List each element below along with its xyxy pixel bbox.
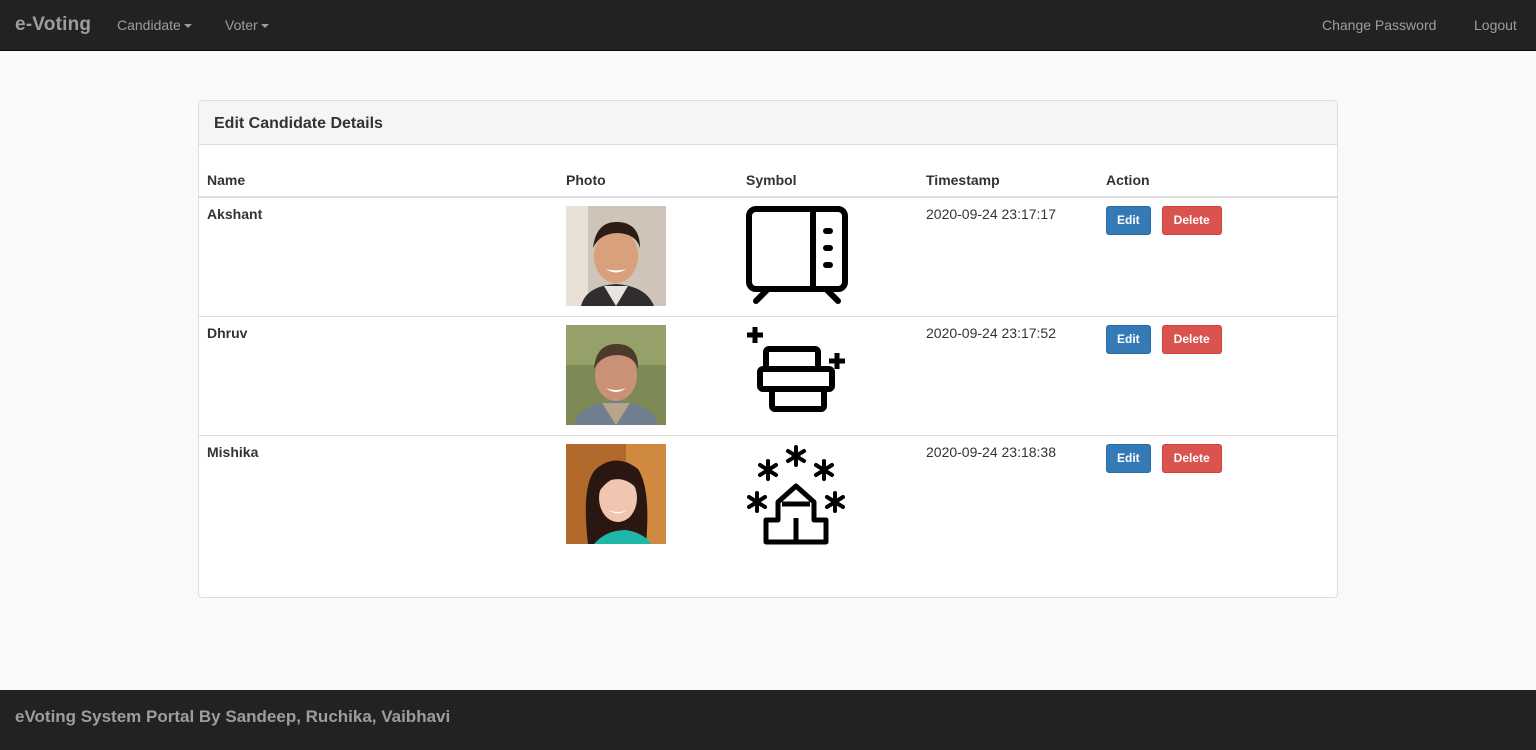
panel-title: Edit Candidate Details [199,101,1337,145]
chevron-down-icon [183,24,192,29]
edit-button[interactable]: Edit [1106,325,1151,354]
photo-cell [558,197,738,317]
table-header-row: Name Photo Symbol Timestamp Action [199,165,1337,198]
chevron-down-icon [260,24,269,29]
delete-button[interactable]: Delete [1161,206,1222,235]
brand-logo[interactable]: e-Voting [15,14,91,36]
candidate-menu[interactable]: Candidate [117,17,192,33]
candidate-timestamp: 2020-09-24 23:18:38 [918,435,1098,554]
header-symbol: Symbol [738,165,918,198]
candidate-photo [566,206,666,306]
candidate-name: Akshant [207,206,263,222]
change-password-link[interactable]: Change Password [1322,17,1436,33]
delete-button[interactable]: Delete [1161,444,1222,473]
photo-cell [558,435,738,554]
page-footer: eVoting System Portal By Sandeep, Ruchik… [0,690,1536,750]
header-action: Action [1098,165,1337,198]
tv-icon [746,206,848,304]
candidate-name: Mishika [199,435,558,554]
action-cell: Edit Delete [1098,316,1337,436]
candidate-table: Name Photo Symbol Timestamp Action Aksha… [199,165,1337,554]
candidate-photo [566,444,666,544]
candidate-panel: Edit Candidate Details Name Photo Symbol… [198,100,1338,598]
symbol-cell [738,197,918,317]
table-row: Dhruv 2020-09-24 23:17:52 Edit Delete [199,316,1337,436]
delete-button[interactable]: Delete [1161,325,1222,354]
edit-button[interactable]: Edit [1106,444,1151,473]
house-stars-icon [747,445,845,545]
symbol-cell [738,435,918,554]
symbol-cell [738,316,918,436]
logout-link[interactable]: Logout [1474,17,1517,33]
table-row: Mishika 2020-09-24 23:18:38 Edit Delete [199,435,1337,554]
action-cell: Edit Delete [1098,435,1337,554]
edit-button[interactable]: Edit [1106,206,1151,235]
photo-cell [558,316,738,436]
header-timestamp: Timestamp [918,165,1098,198]
table-row: Akshant 2020-09-24 23:17:17 Edit Delete [199,197,1337,317]
candidate-name: Dhruv [199,316,558,436]
footer-text: eVoting System Portal By Sandeep, Ruchik… [15,707,451,726]
candidate-timestamp: 2020-09-24 23:17:52 [918,316,1098,436]
candidate-photo [566,325,666,425]
voter-menu[interactable]: Voter [225,17,269,33]
candidate-timestamp: 2020-09-24 23:17:17 [926,206,1056,222]
candidate-menu-label: Candidate [117,17,181,33]
voter-menu-label: Voter [225,17,258,33]
top-navbar: e-Voting Candidate Voter Change Password… [0,0,1536,51]
header-name: Name [199,165,558,198]
action-cell: Edit Delete [1098,197,1337,317]
header-photo: Photo [558,165,738,198]
stacked-blocks-icon [747,327,845,412]
